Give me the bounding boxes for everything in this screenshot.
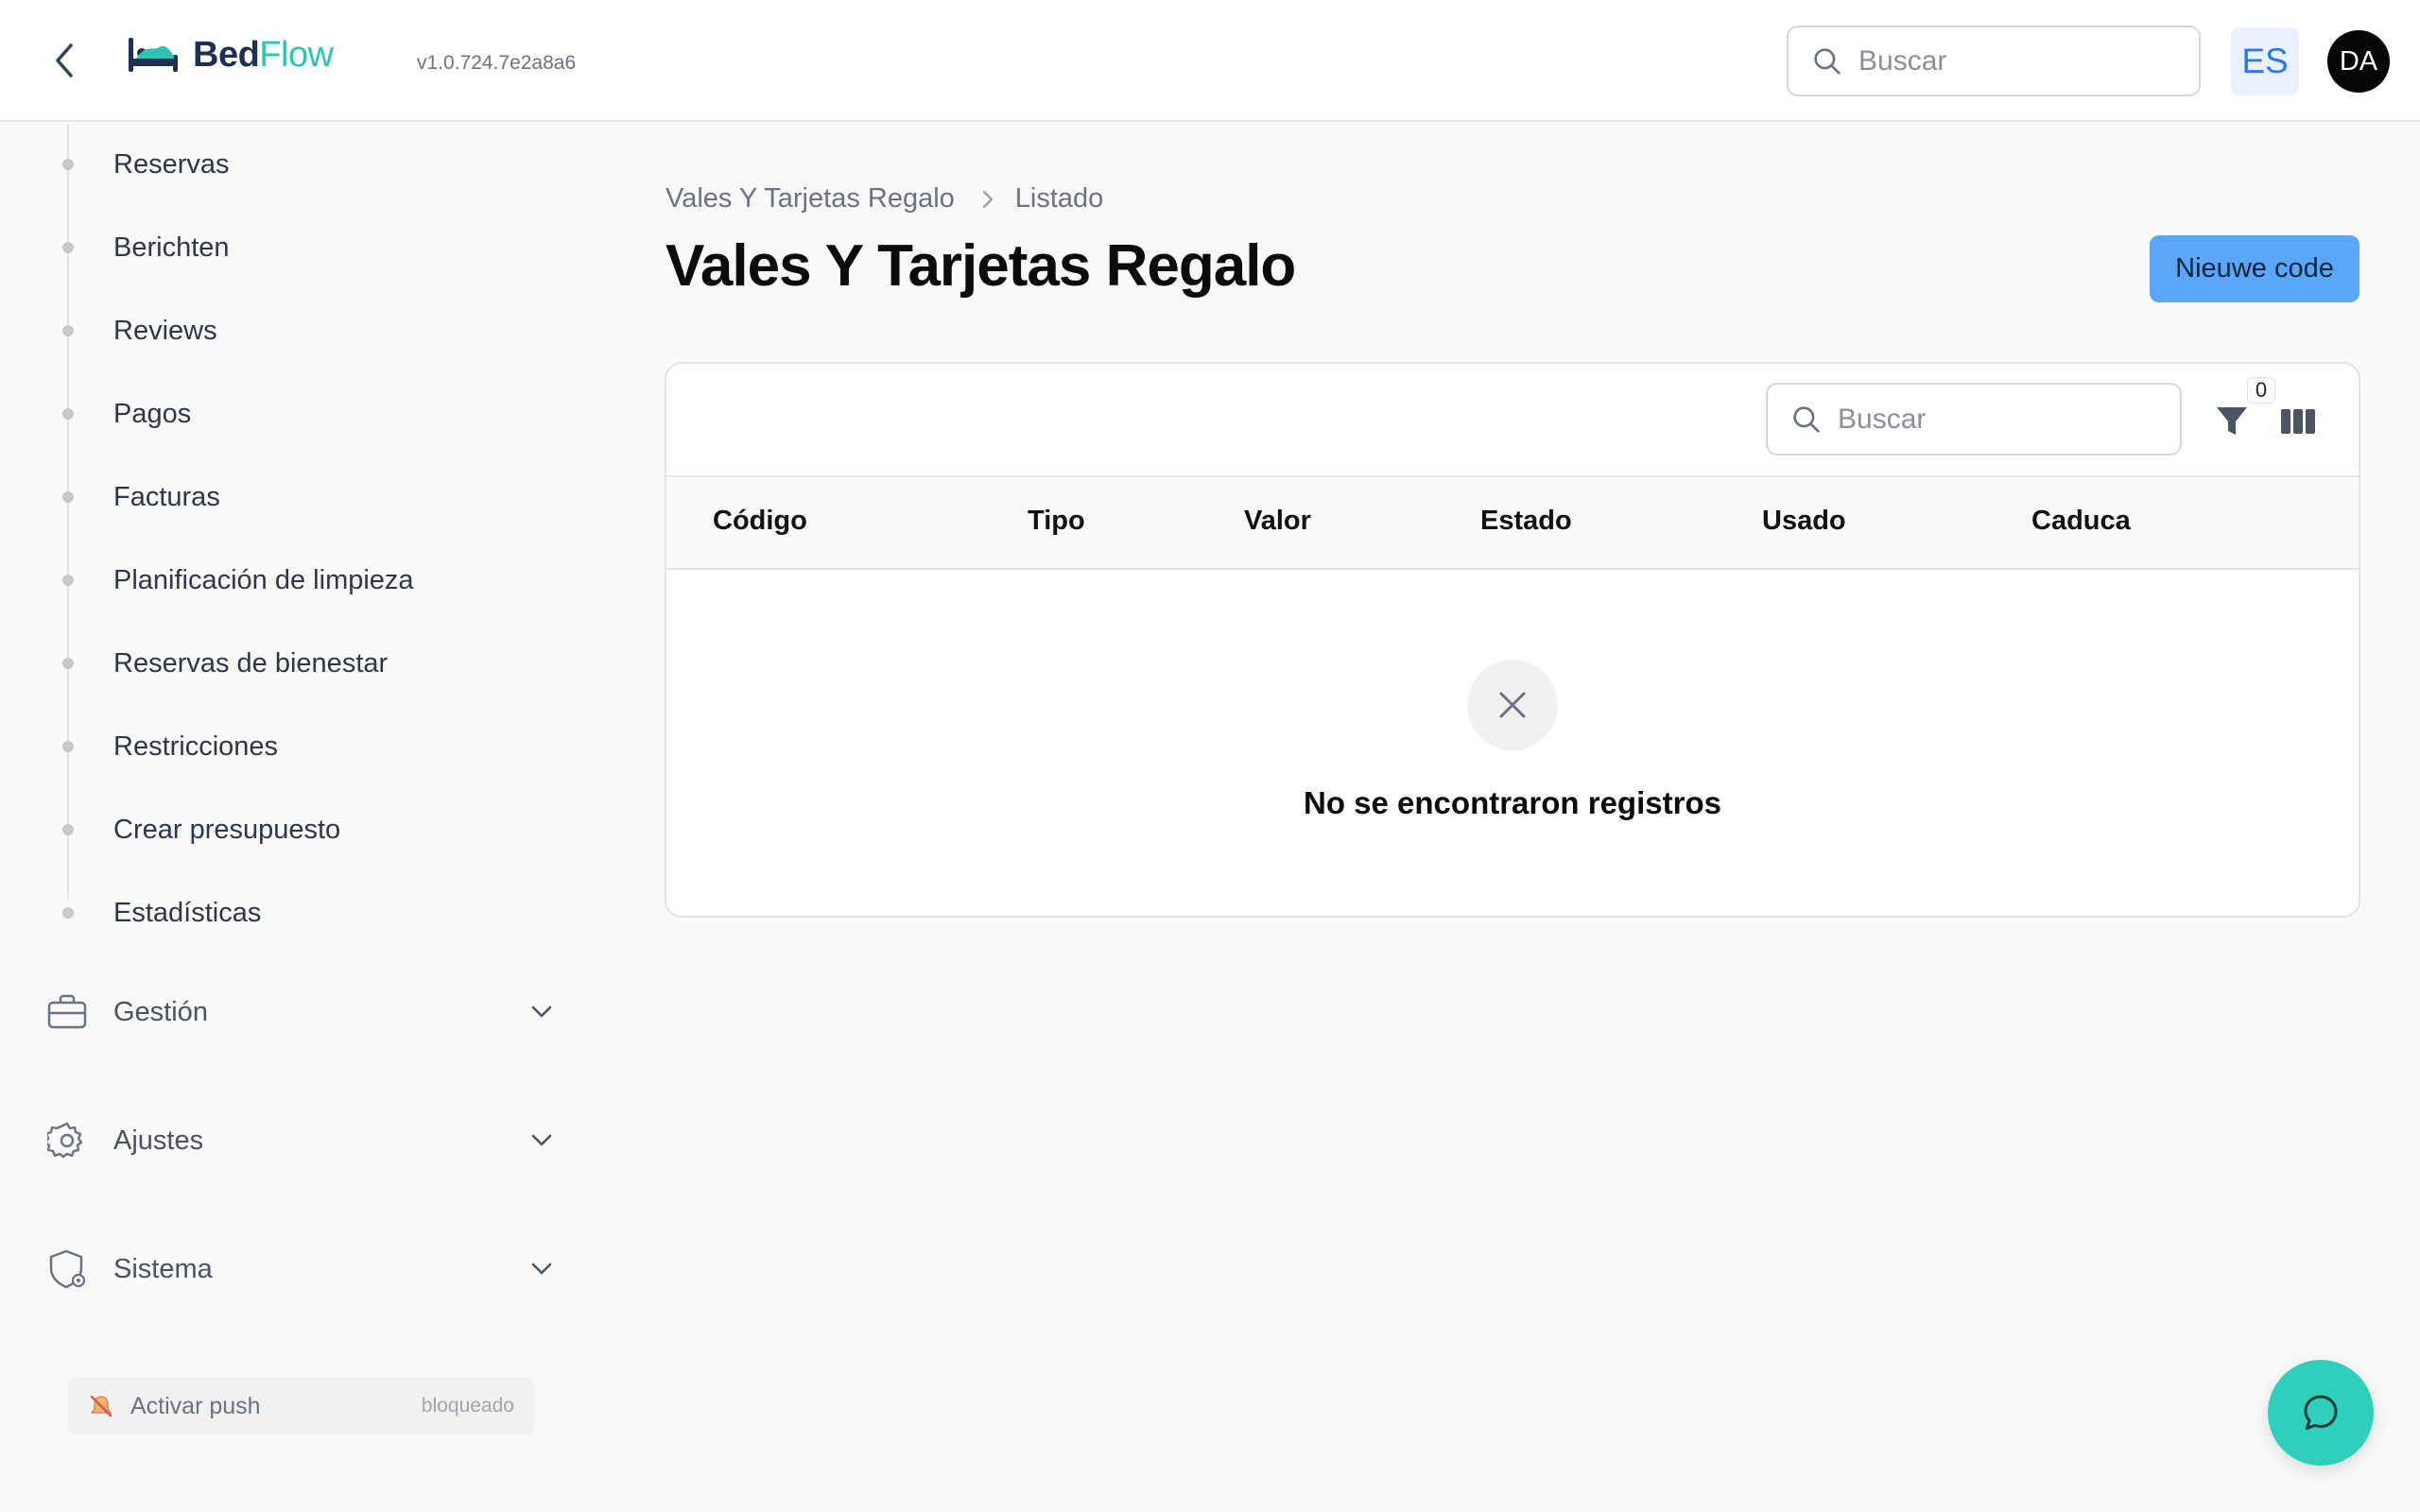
sidebar-item-label: Berichten	[113, 232, 230, 263]
search-icon	[1814, 47, 1841, 75]
shield-gear-icon	[45, 1247, 89, 1291]
table-toolbar: 0	[666, 364, 2359, 477]
user-avatar[interactable]: DA	[2327, 30, 2390, 93]
breadcrumb-item-listado: Listado	[1014, 183, 1104, 214]
sidebar: Reservas Berichten Reviews Pagos Factura…	[0, 124, 586, 1512]
push-status: bloqueado	[421, 1395, 514, 1417]
column-header-valor[interactable]: Valor	[1244, 506, 1311, 537]
sidebar-group-ajustes[interactable]: Ajustes	[45, 1108, 556, 1174]
vouchers-table-card: 0 Código Tipo Valor Estado Usado Caduca …	[665, 362, 2360, 918]
sidebar-item-label: Restricciones	[113, 730, 279, 762]
breadcrumb-item-vales[interactable]: Vales Y Tarjetas Regalo	[666, 183, 955, 215]
sidebar-group-label: Gestión	[113, 996, 208, 1027]
sidebar-item-label: Reservas de bienestar	[113, 647, 389, 679]
back-button[interactable]	[47, 40, 81, 81]
page-title: Vales Y Tarjetas Regalo	[666, 233, 1296, 299]
sidebar-group-label: Ajustes	[113, 1125, 204, 1156]
chevron-down-icon	[527, 1126, 556, 1155]
empty-state-message: No se encontraron registros	[1304, 785, 1721, 820]
column-header-caduca[interactable]: Caduca	[2031, 506, 2131, 537]
bullet-icon	[62, 491, 74, 503]
sidebar-item-restricciones[interactable]: Restricciones	[0, 718, 567, 775]
column-header-tipo[interactable]: Tipo	[1028, 506, 1085, 537]
new-code-button[interactable]: Nieuwe code	[2150, 235, 2360, 302]
sidebar-item-planificacion-limpieza[interactable]: Planificación de limpieza	[0, 552, 567, 609]
bullet-icon	[62, 824, 74, 835]
table-search[interactable]	[1766, 383, 2182, 455]
chevron-left-icon	[56, 43, 73, 77]
gear-icon	[45, 1119, 89, 1162]
chevron-right-icon	[981, 189, 994, 210]
sidebar-item-label: Facturas	[113, 481, 220, 512]
filter-icon	[2217, 407, 2247, 435]
bell-off-icon	[90, 1395, 112, 1418]
search-icon	[1793, 405, 1820, 433]
bullet-icon	[62, 242, 74, 253]
breadcrumb: Vales Y Tarjetas Regalo Listado	[666, 183, 1103, 215]
bedflow-logo[interactable]: BedFlow	[127, 34, 334, 76]
push-notifications-toggle[interactable]: Activar push bloqueado	[68, 1377, 535, 1435]
table-search-input[interactable]	[1838, 403, 2180, 436]
filter-button[interactable]	[2208, 398, 2256, 445]
sidebar-item-reviews[interactable]: Reviews	[0, 302, 567, 359]
bullet-icon	[62, 658, 74, 669]
sidebar-group-label: Sistema	[113, 1253, 213, 1284]
sidebar-item-label: Reservas	[113, 148, 230, 180]
bullet-icon	[62, 575, 74, 586]
sidebar-item-label: Reviews	[113, 315, 217, 346]
column-header-estado[interactable]: Estado	[1480, 506, 1572, 537]
sidebar-group-gestion[interactable]: Gestión	[45, 979, 556, 1045]
logo-text: BedFlow	[193, 34, 334, 75]
column-header-codigo[interactable]: Código	[713, 506, 807, 537]
bullet-icon	[62, 907, 74, 919]
sidebar-item-facturas[interactable]: Facturas	[0, 469, 567, 525]
global-search[interactable]	[1787, 26, 2201, 96]
briefcase-icon	[45, 990, 89, 1034]
empty-state-icon	[1467, 660, 1558, 750]
columns-icon	[2281, 409, 2315, 434]
columns-button[interactable]	[2276, 400, 2320, 443]
bullet-icon	[62, 325, 74, 336]
sidebar-item-label: Planificación de limpieza	[113, 564, 414, 595]
sidebar-item-label: Estadísticas	[113, 897, 262, 928]
filter-count-badge: 0	[2247, 377, 2275, 404]
chevron-down-icon	[527, 1255, 556, 1283]
bed-logo-icon	[129, 38, 178, 72]
global-search-input[interactable]	[1858, 44, 2199, 77]
sidebar-item-estadisticas[interactable]: Estadísticas	[0, 885, 567, 941]
bullet-icon	[62, 408, 74, 420]
bullet-icon	[62, 741, 74, 752]
chat-bubble-icon	[2304, 1395, 2338, 1430]
sidebar-item-label: Crear presupuesto	[113, 814, 341, 845]
sidebar-item-reservas-bienestar[interactable]: Reservas de bienestar	[0, 635, 567, 692]
sidebar-item-berichten[interactable]: Berichten	[0, 219, 567, 276]
column-header-usado[interactable]: Usado	[1762, 506, 1846, 537]
sidebar-group-sistema[interactable]: Sistema	[45, 1236, 556, 1302]
sidebar-item-label: Pagos	[113, 398, 192, 429]
language-switcher[interactable]: ES	[2231, 27, 2299, 95]
sidebar-item-pagos[interactable]: Pagos	[0, 386, 567, 442]
push-label: Activar push	[130, 1392, 261, 1419]
bullet-icon	[62, 159, 74, 170]
app-version: v1.0.724.7e2a8a6	[417, 52, 577, 74]
chevron-down-icon	[527, 998, 556, 1026]
sidebar-item-crear-presupuesto[interactable]: Crear presupuesto	[0, 801, 567, 858]
sidebar-item-reservas[interactable]: Reservas	[0, 136, 567, 193]
close-icon	[1499, 692, 1526, 718]
table-header: Código Tipo Valor Estado Usado Caduca	[666, 477, 2359, 570]
top-bar: BedFlow v1.0.724.7e2a8a6 ES DA	[0, 0, 2420, 122]
chat-button[interactable]	[2268, 1360, 2374, 1466]
